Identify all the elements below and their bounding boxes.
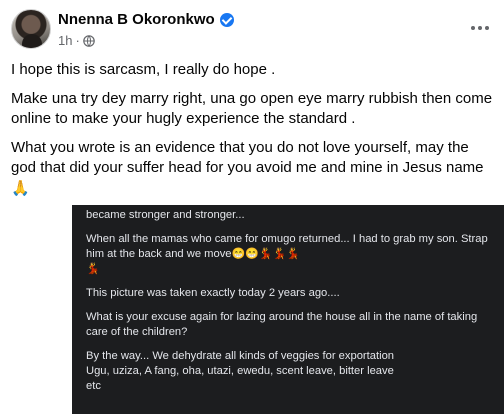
dancer-emoji: 💃 xyxy=(272,248,287,260)
screenshot-line-5: By the way... We dehydrate all kinds of … xyxy=(86,350,395,392)
author-avatar[interactable] xyxy=(11,9,51,49)
more-options-icon[interactable] xyxy=(468,18,492,38)
dancer-emoji: 💃 xyxy=(286,248,301,260)
post-paragraph-3: What you wrote is an evidence that you d… xyxy=(11,139,484,176)
screenshot-line-3: This picture was taken exactly today 2 y… xyxy=(86,287,340,299)
post-meta: 1h · xyxy=(58,33,95,48)
grin-emoji: 😁 xyxy=(245,248,259,260)
dancer-emoji: 💃 xyxy=(86,263,100,275)
screenshot-line-1: became stronger and stronger... xyxy=(86,209,245,221)
globe-icon[interactable] xyxy=(83,34,95,47)
avatar-figure xyxy=(22,34,42,48)
grin-emoji: 😁 xyxy=(231,248,246,260)
praying-hands-emoji: 🙏 xyxy=(11,180,30,197)
shared-screenshot-image[interactable]: became stronger and stronger... When all… xyxy=(0,205,504,414)
post-paragraph-2: Make una try dey marry right, una go ope… xyxy=(11,90,493,127)
dancer-emoji: 💃 xyxy=(258,248,273,260)
screenshot-dark-panel: became stronger and stronger... When all… xyxy=(72,205,504,414)
verified-badge-icon xyxy=(219,12,234,27)
post-header: Nnenna B Okoronkwo 1h · xyxy=(0,0,504,58)
post-body: I hope this is sarcasm, I really do hope… xyxy=(11,60,497,199)
more-dot xyxy=(485,26,489,30)
meta-separator: · xyxy=(75,33,80,48)
author-name[interactable]: Nnenna B Okoronkwo xyxy=(58,11,215,28)
more-dot xyxy=(471,26,475,30)
screenshot-line-2: When all the mamas who came for omugo re… xyxy=(86,232,490,277)
author-name-row: Nnenna B Okoronkwo xyxy=(58,11,234,28)
post-timestamp[interactable]: 1h xyxy=(58,33,72,48)
post-paragraph-1: I hope this is sarcasm, I really do hope… xyxy=(11,61,276,78)
screenshot-line-4: What is your excuse again for lazing aro… xyxy=(86,311,478,338)
more-dot xyxy=(478,26,482,30)
